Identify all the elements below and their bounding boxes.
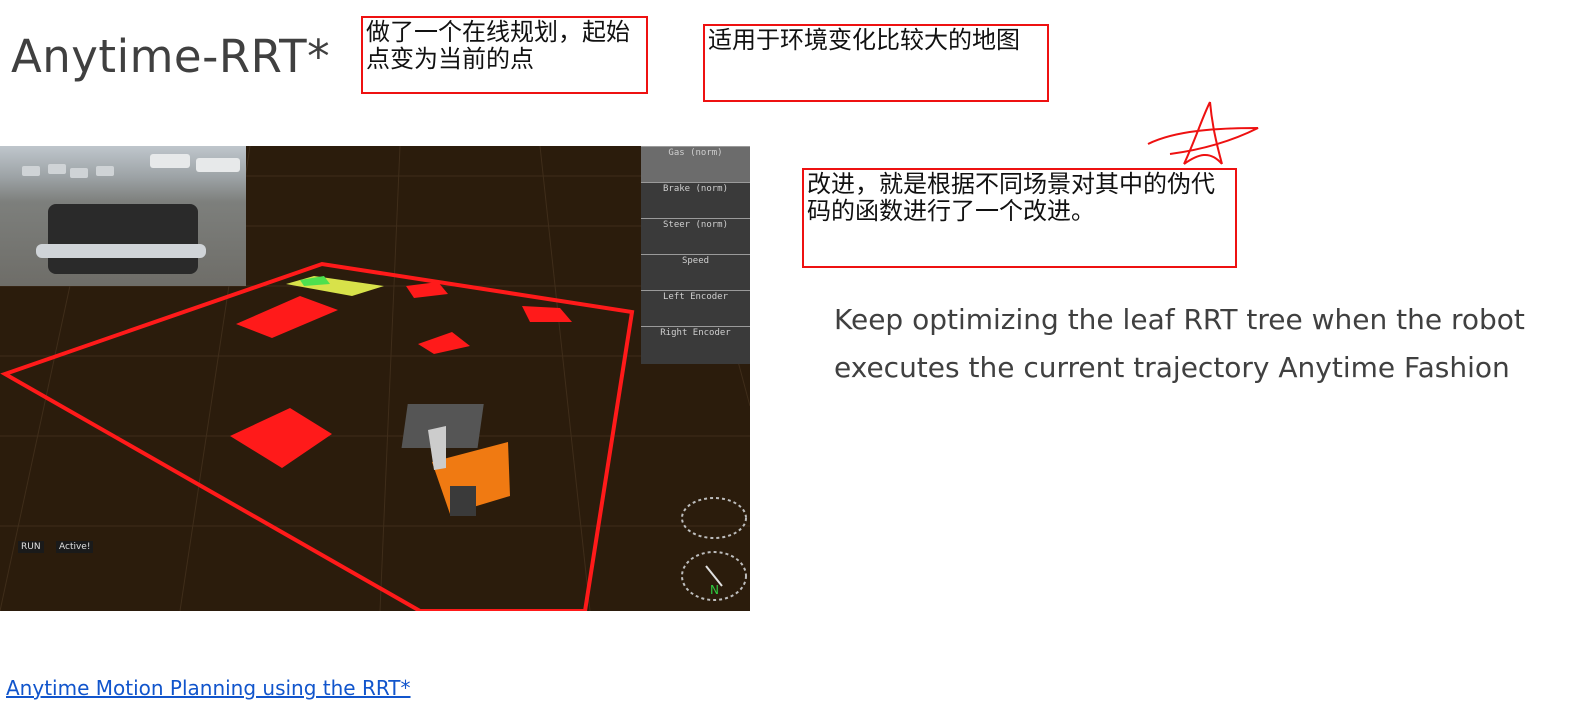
gauge-widget: N xyxy=(681,497,747,601)
simulation-screenshot: N Gas (norm) Brake (norm) Steer (norm) S… xyxy=(0,146,750,611)
camera-feed xyxy=(0,146,246,286)
slide-title: Anytime-RRT* xyxy=(11,30,331,83)
annotation-box-dynamic-env: 适用于环境变化比较大的地图 xyxy=(703,24,1049,102)
handwritten-star-scribble xyxy=(1147,101,1259,165)
telemetry-label: Right Encoder xyxy=(660,328,731,338)
annotation-box-online-planning: 做了一个在线规划，起始点变为当前的点 xyxy=(361,16,648,94)
body-text: Keep optimizing the leaf RRT tree when t… xyxy=(834,296,1534,392)
svg-text:N: N xyxy=(710,583,719,597)
status-active-badge: Active! xyxy=(56,541,94,553)
telemetry-panel: Gas (norm) Brake (norm) Steer (norm) Spe… xyxy=(641,146,750,364)
reference-link[interactable]: Anytime Motion Planning using the RRT* xyxy=(6,676,411,700)
obstacle xyxy=(522,306,572,322)
body-line-1: Keep optimizing the leaf RRT tree when t… xyxy=(834,303,1525,336)
telemetry-label: Brake (norm) xyxy=(662,184,729,194)
telemetry-label: Gas (norm) xyxy=(668,148,723,158)
rrt-tree-path xyxy=(286,276,384,296)
telemetry-label: Speed xyxy=(681,256,710,266)
obstacle xyxy=(230,408,332,468)
forklift-robot xyxy=(401,404,510,516)
annotation-box-improvement: 改进，就是根据不同场景对其中的伪代码的函数进行了一个改进。 xyxy=(802,168,1237,268)
obstacle xyxy=(236,296,338,338)
status-run-badge: RUN xyxy=(18,541,44,553)
telemetry-label: Steer (norm) xyxy=(662,220,729,230)
body-line-2: executes the current trajectory Anytime … xyxy=(834,351,1510,384)
telemetry-label: Left Encoder xyxy=(662,292,729,302)
obstacle xyxy=(418,332,470,354)
